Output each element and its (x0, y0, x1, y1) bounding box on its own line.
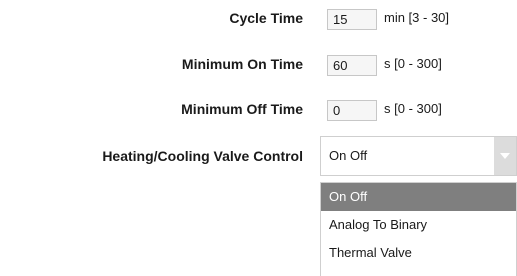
valve-control-selected-value: On Off (329, 148, 368, 163)
minimum-off-time-input[interactable] (327, 100, 377, 121)
cycle-time-input[interactable] (327, 9, 377, 30)
minimum-off-time-unit: s [0 - 300] (384, 101, 442, 116)
minimum-on-time-unit: s [0 - 300] (384, 56, 442, 71)
settings-panel: Cycle Time min [3 - 30] Minimum On Time … (0, 0, 517, 276)
valve-control-label: Heating/Cooling Valve Control (102, 148, 303, 164)
chevron-down-icon (500, 153, 510, 159)
minimum-on-time-label: Minimum On Time (181, 56, 303, 72)
option-analog-to-binary[interactable]: Analog To Binary (321, 211, 516, 239)
option-on-off[interactable]: On Off (321, 183, 516, 211)
cycle-time-label: Cycle Time (229, 10, 303, 26)
valve-control-options-list: On Off Analog To Binary Thermal Valve (320, 182, 517, 276)
option-thermal-valve[interactable]: Thermal Valve (321, 239, 516, 267)
dropdown-toggle[interactable] (494, 137, 516, 175)
cycle-time-unit: min [3 - 30] (384, 10, 450, 25)
minimum-off-time-label: Minimum Off Time (181, 101, 303, 117)
minimum-on-time-input[interactable] (327, 55, 377, 76)
valve-control-select[interactable]: On Off (320, 136, 517, 176)
